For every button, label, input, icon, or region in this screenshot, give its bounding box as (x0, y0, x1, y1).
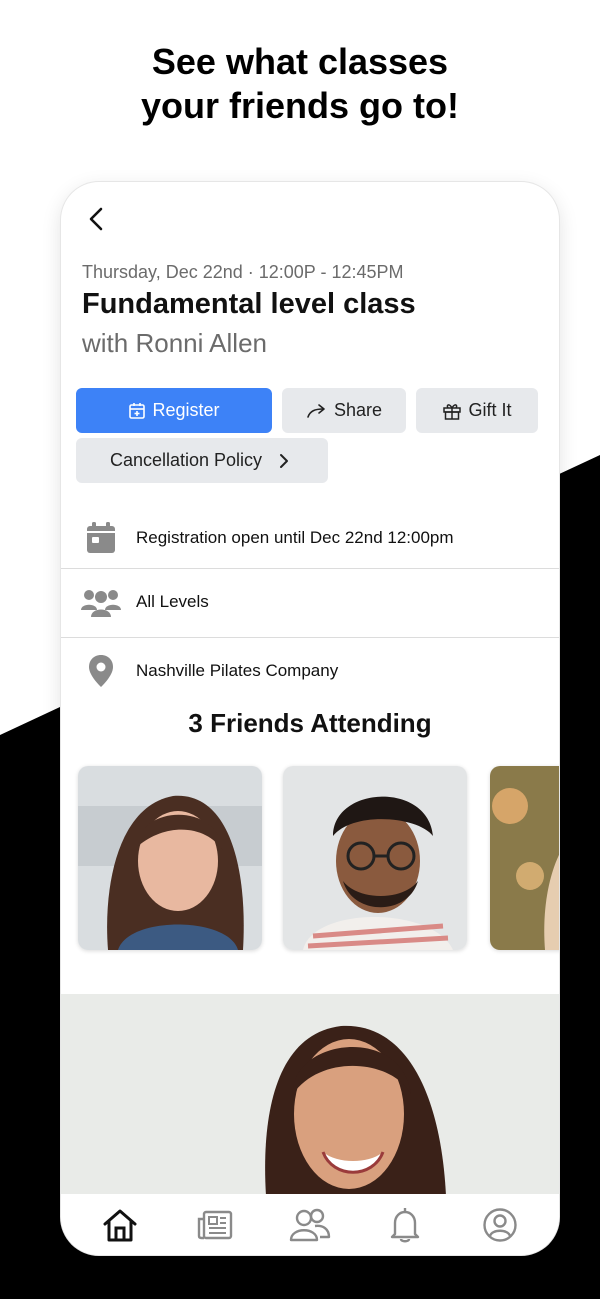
policy-label: Cancellation Policy (109, 450, 263, 470)
group-icon (80, 590, 121, 617)
gift-label: Gift It (468, 400, 512, 420)
class-instructor: with Ronni Allen (82, 328, 267, 358)
tab-notifications[interactable] (381, 1201, 429, 1249)
friend-photo (78, 766, 262, 950)
class-datetime: Thursday, Dec 22nd · 12:00P - 12:45PM (82, 262, 404, 282)
level-row: All Levels (61, 569, 559, 635)
cancellation-policy-button[interactable]: Cancellation Policy (76, 438, 328, 483)
tab-friends[interactable] (286, 1201, 334, 1249)
registration-row: Registration open until Dec 22nd 12:00pm (61, 505, 559, 571)
tab-home[interactable] (96, 1201, 144, 1249)
chevron-right-icon (280, 453, 289, 468)
headline-line-1: See what classes (151, 41, 449, 82)
back-button[interactable] (85, 204, 109, 234)
instructor-hero-image (61, 994, 559, 1196)
location-pin-icon (88, 655, 113, 687)
friend-photo (283, 766, 467, 950)
gift-icon (443, 403, 462, 420)
share-button[interactable]: Share (282, 388, 406, 433)
level-text: All Levels (136, 592, 209, 611)
tab-profile[interactable] (476, 1201, 524, 1249)
bottom-tab-bar (61, 1194, 559, 1255)
register-button[interactable]: Register (76, 388, 272, 433)
profile-icon (482, 1207, 517, 1242)
location-text: Nashville Pilates Company (136, 661, 339, 680)
gift-button[interactable]: Gift It (416, 388, 538, 433)
headline-line-2: your friends go to! (141, 85, 459, 126)
home-icon (103, 1209, 137, 1241)
location-row[interactable]: Nashville Pilates Company (61, 638, 559, 704)
friends-heading: 3 Friends Attending (188, 708, 432, 738)
friends-icon (289, 1208, 331, 1241)
register-label: Register (152, 400, 220, 420)
news-icon (197, 1210, 233, 1239)
chevron-left-icon (89, 207, 103, 231)
friend-card[interactable] (78, 766, 262, 950)
friend-photo (490, 766, 559, 950)
share-arrow-icon (307, 403, 325, 418)
calendar-plus-icon (129, 402, 146, 419)
friend-card[interactable] (283, 766, 467, 950)
phone-screen: Thursday, Dec 22nd · 12:00P - 12:45PM Fu… (61, 182, 559, 1255)
instructor-photo (61, 994, 559, 1196)
class-title: Fundamental level class (82, 288, 416, 320)
tab-news[interactable] (191, 1201, 239, 1249)
calendar-icon (86, 522, 115, 553)
friend-card[interactable] (490, 766, 559, 950)
bell-icon (390, 1207, 419, 1242)
promo-headline: See what classes your friends go to! (0, 40, 600, 128)
registration-text: Registration open until Dec 22nd 12:00pm (136, 528, 454, 547)
share-label: Share (333, 400, 383, 420)
